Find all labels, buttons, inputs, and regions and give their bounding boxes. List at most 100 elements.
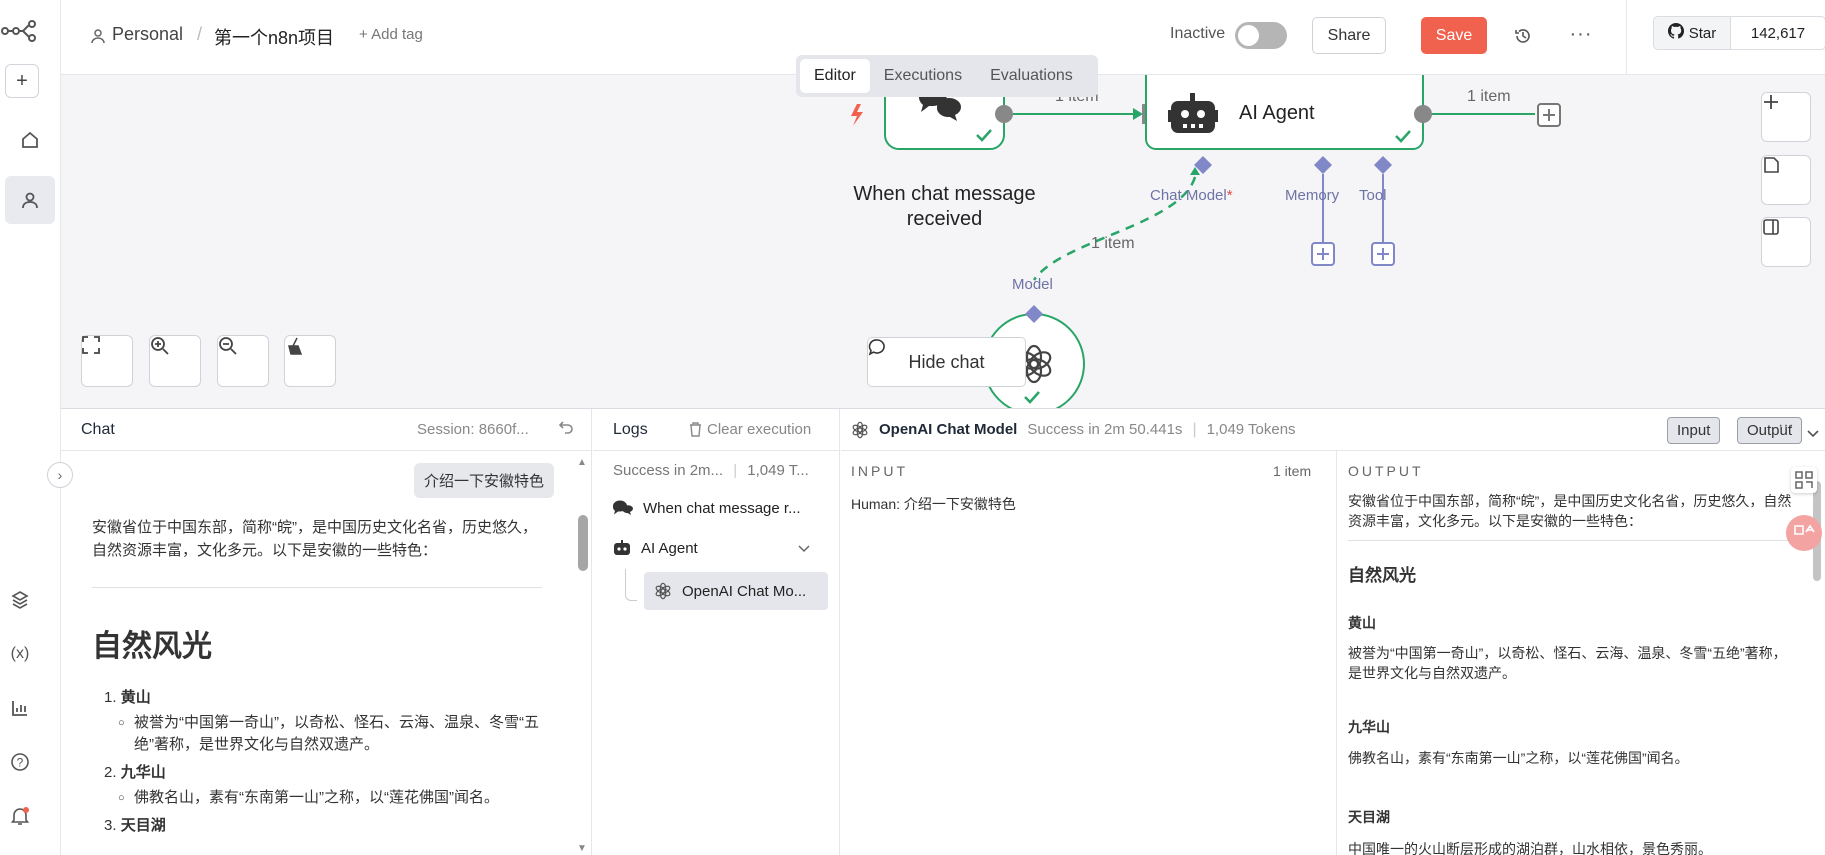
templates-icon[interactable] [0, 576, 45, 624]
agent-node-label: AI Agent [1239, 102, 1315, 124]
output-heading: OUTPUT [1348, 463, 1424, 479]
collapse-panel-icon[interactable] [1807, 425, 1819, 443]
more-options-button[interactable]: ··· [1567, 20, 1595, 48]
log-tree-line [625, 569, 637, 601]
memory-port[interactable] [1314, 156, 1332, 174]
collapse-chat-button[interactable]: › [47, 462, 73, 488]
active-toggle[interactable] [1235, 22, 1287, 49]
workflow-canvas[interactable]: When chat message received AI Agent 1 it… [61, 75, 1825, 408]
openai-icon [852, 421, 868, 438]
toggle-panel-button[interactable] [1761, 217, 1811, 267]
chat-title: Chat [81, 420, 115, 438]
output-item-title: 天目湖 [1348, 809, 1390, 825]
clear-execution-button[interactable]: Clear execution [689, 421, 811, 438]
scroll-down-arrow[interactable]: ▼ [577, 843, 587, 854]
create-button[interactable]: + [5, 64, 39, 98]
add-tag-button[interactable]: + Add tag [359, 26, 423, 43]
reset-session-icon[interactable] [558, 419, 574, 440]
translate-widget-icon[interactable] [1786, 515, 1822, 551]
bot-divider [92, 587, 542, 588]
hide-chat-label: Hide chat [908, 351, 985, 372]
zoom-out-button[interactable] [217, 335, 269, 387]
chat-messages[interactable]: 介绍一下安徽特色 安徽省位于中国东部，简称“皖”，是中国历史文化名省，历史悠久，… [61, 451, 592, 855]
tab-editor[interactable]: Editor [800, 59, 870, 93]
tidy-up-button[interactable] [284, 335, 336, 387]
help-icon[interactable]: ? [0, 738, 45, 786]
list-item: 1. 黄山 被誉为“中国第一奇山”，以奇松、怪石、云海、温泉、冬雪“五绝”著称，… [92, 687, 542, 756]
log-item-trigger[interactable]: When chat message r... [613, 489, 828, 527]
robot-icon [614, 540, 630, 555]
topbar-divider [1626, 0, 1627, 75]
io-status: Success in 2m 50.441s [1027, 421, 1183, 438]
session-label[interactable]: Session: 8660f... [417, 421, 529, 438]
home-icon[interactable] [5, 116, 55, 164]
hide-chat-button[interactable]: Hide chat [867, 337, 1026, 387]
output-item-title: 九华山 [1348, 719, 1390, 735]
logs-title: Logs [613, 420, 648, 438]
sticky-note-icon [1764, 157, 1779, 173]
add-next-node-button[interactable] [1537, 103, 1561, 127]
n8n-logo-icon[interactable] [0, 18, 40, 44]
log-item-openai[interactable]: OpenAI Chat Mo... [644, 572, 828, 610]
output-divider [1348, 540, 1808, 541]
add-node-button[interactable] [1761, 92, 1811, 142]
scroll-up-arrow[interactable]: ▲ [577, 457, 587, 468]
user-message: 介绍一下安徽特色 [413, 463, 554, 498]
node-io-panel: OpenAI Chat Model Success in 2m 50.441s … [841, 409, 1825, 855]
log-item-agent[interactable]: AI Agent [613, 529, 828, 567]
github-star-count[interactable]: 142,617 [1731, 17, 1825, 49]
add-sticky-button[interactable] [1761, 155, 1811, 205]
breadcrumb-workspace[interactable]: Personal [112, 24, 183, 45]
tool-port[interactable] [1374, 156, 1392, 174]
side-panel-icon [1763, 219, 1779, 235]
zoom-out-icon [219, 337, 237, 355]
zoom-in-icon [151, 337, 169, 355]
fit-view-icon [82, 336, 100, 354]
tab-evaluations[interactable]: Evaluations [976, 59, 1087, 93]
add-tool-button[interactable] [1371, 242, 1395, 266]
trigger-node-label: When chat message received [853, 183, 1036, 230]
list-item: 3. 天目湖 [104, 817, 166, 834]
chevron-down-icon[interactable] [798, 540, 810, 557]
add-memory-button[interactable] [1311, 242, 1335, 266]
person-icon [91, 28, 105, 49]
chat-bubbles-icon [613, 500, 633, 515]
github-star-button[interactable]: Star [1654, 17, 1731, 49]
chat-header: Chat Session: 8660f... [61, 409, 592, 451]
edge-label-model: 1 item [1091, 235, 1135, 252]
zoom-in-button[interactable] [149, 335, 201, 387]
save-button[interactable]: Save [1421, 17, 1487, 54]
project-name[interactable]: 第一个n8n项目 [214, 24, 334, 50]
notifications-icon[interactable] [0, 792, 45, 840]
input-toggle-button[interactable]: Input [1667, 417, 1721, 444]
list-item: 2. 九华山 佛教名山，素有“东南第一山”之称，以“莲花佛国”闻名。 [92, 762, 542, 809]
bottom-panel: Chat Session: 8660f... 介绍一下安徽特色 安徽省位于中国东… [61, 408, 1825, 855]
zoom-to-fit-button[interactable] [81, 335, 133, 387]
port-label-memory: Memory [1285, 187, 1340, 204]
chat-panel: Chat Session: 8660f... 介绍一下安徽特色 安徽省位于中国东… [61, 409, 592, 855]
chat-scrollbar-thumb[interactable] [578, 515, 588, 571]
share-button[interactable]: Share [1312, 17, 1386, 54]
qr-widget-icon[interactable] [1791, 467, 1817, 493]
github-star-widget[interactable]: Star 142,617 [1653, 16, 1825, 50]
output-item-title: 黄山 [1348, 615, 1376, 631]
output-item-desc: 中国唯一的火山断层形成的湖泊群，山水相依，景色秀丽。 [1348, 841, 1712, 855]
io-tokens: 1,049 Tokens [1206, 421, 1296, 438]
trash-icon [690, 422, 701, 437]
left-sidebar: + (x) ? [0, 0, 61, 855]
logs-status: Success in 2m... | 1,049 T... [613, 462, 809, 479]
github-icon [1667, 22, 1684, 43]
personal-icon[interactable] [5, 176, 55, 224]
insights-icon[interactable] [0, 684, 45, 732]
io-more-icon[interactable]: ··· [1778, 417, 1794, 435]
input-count: 1 item [1273, 463, 1312, 479]
output-item-desc: 被誉为“中国第一奇山”，以奇松、怪石、云海、温泉、冬雪“五绝”著称，是世界文化与… [1348, 645, 1787, 681]
input-heading: INPUT [851, 463, 908, 479]
broom-icon [288, 337, 303, 355]
variables-icon[interactable]: (x) [0, 630, 45, 678]
bot-heading: 自然风光 [92, 630, 212, 663]
tab-executions[interactable]: Executions [870, 59, 976, 93]
port-label-chat-model: Chat Model* [1150, 187, 1233, 204]
output-column[interactable]: OUTPUT 安徽省位于中国东部，简称“皖”，是中国历史文化名省，历史悠久，自然… [1338, 451, 1825, 855]
history-icon[interactable] [1509, 22, 1537, 50]
